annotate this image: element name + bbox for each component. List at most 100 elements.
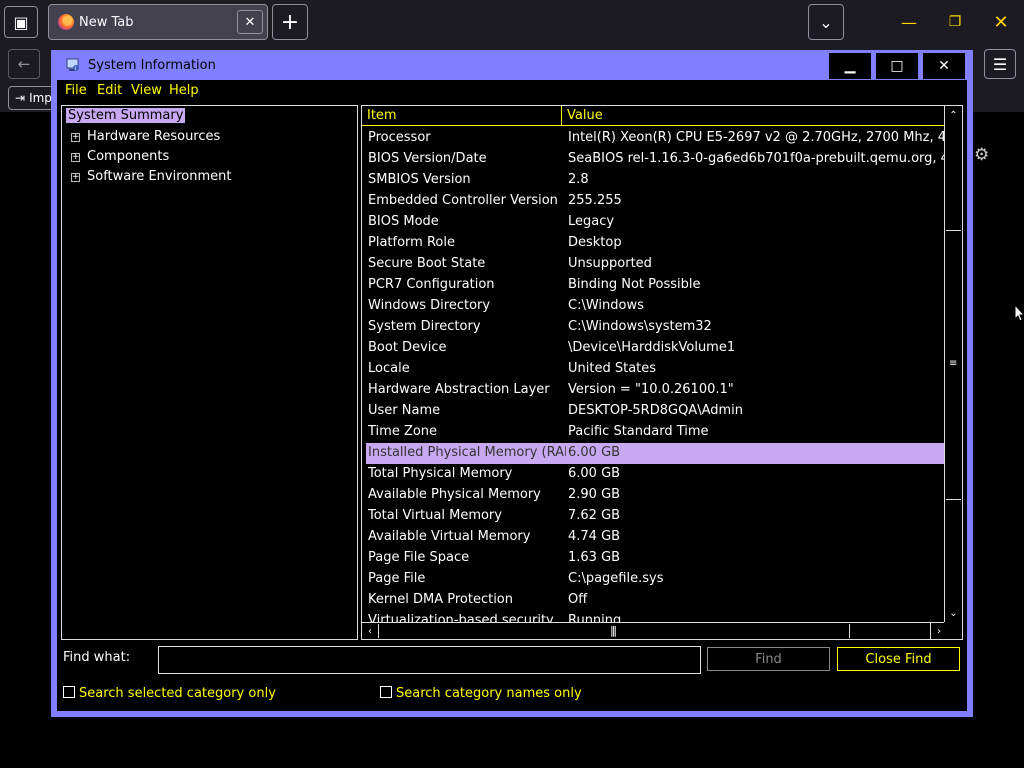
row-value: C:\Windows <box>568 298 644 313</box>
tree-item-software-environment[interactable]: Software Environment <box>87 169 231 184</box>
scroll-left-icon[interactable]: ‹ <box>362 623 378 639</box>
row-value: 6.00 GB <box>568 466 621 481</box>
row-value: C:\Windows\system32 <box>568 319 712 334</box>
scroll-right-icon[interactable]: › <box>931 623 947 639</box>
expand-icon[interactable]: + <box>71 133 80 142</box>
table-row[interactable]: Windows Directory C:\Windows <box>366 296 944 317</box>
tree-item-components[interactable]: Components <box>87 149 169 164</box>
scroll-down-icon[interactable]: ⌄ <box>945 605 962 621</box>
search-selected-category-checkbox[interactable]: Search selected category only <box>63 686 276 701</box>
browser-tab-strip: ▣ New Tab ✕ + ⌄ — ❐ ✕ <box>0 0 1024 44</box>
menu-edit[interactable]: Edit <box>97 83 122 98</box>
browser-minimize-button[interactable]: — <box>886 8 932 36</box>
row-item: Page File Space <box>368 550 470 565</box>
browser-close-button[interactable]: ✕ <box>978 8 1024 36</box>
table-row[interactable]: SMBIOS Version 2.8 <box>366 170 944 191</box>
menu-bar: File Edit View Help <box>57 80 967 102</box>
table-row[interactable]: Platform Role Desktop <box>366 233 944 254</box>
category-tree[interactable]: System Summary + Hardware Resources + Co… <box>61 105 358 640</box>
row-item: Locale <box>368 361 410 376</box>
row-value: Legacy <box>568 214 615 229</box>
list-all-tabs-button[interactable]: ⌄ <box>808 4 844 40</box>
table-row[interactable]: Installed Physical Memory (RAM) 6.00 GB <box>366 443 944 464</box>
table-row[interactable]: Total Physical Memory 6.00 GB <box>366 464 944 485</box>
maximize-button[interactable]: □ <box>875 52 919 80</box>
system-information-icon: i <box>66 58 79 72</box>
table-row[interactable]: Processor Intel(R) Xeon(R) CPU E5-2697 v2… <box>366 128 944 149</box>
checkbox-unchecked-icon[interactable] <box>63 686 75 698</box>
expand-icon[interactable]: + <box>71 173 80 182</box>
close-icon: ✕ <box>244 14 256 30</box>
row-value: Intel(R) Xeon(R) CPU E5-2697 v2 @ 2.70GH… <box>568 130 944 145</box>
table-row[interactable]: Boot Device \Device\HarddiskVolume1 <box>366 338 944 359</box>
table-row[interactable]: Locale United States <box>366 359 944 380</box>
table-row[interactable]: Available Physical Memory 2.90 GB <box>366 485 944 506</box>
row-item: Processor <box>368 130 431 145</box>
find-button[interactable]: Find <box>707 647 830 671</box>
tree-item-hardware-resources[interactable]: Hardware Resources <box>87 129 220 144</box>
window-client-area: File Edit View Help System Summary + Har… <box>57 80 967 711</box>
row-value: 6.00 GB <box>568 445 621 460</box>
table-row[interactable]: BIOS Mode Legacy <box>366 212 944 233</box>
row-item: System Directory <box>368 319 481 334</box>
arrow-left-icon: ← <box>17 55 31 73</box>
table-row[interactable]: Virtualization-based security Running <box>366 611 944 622</box>
table-row[interactable]: Kernel DMA Protection Off <box>366 590 944 611</box>
minimize-icon: ▁ <box>844 58 856 74</box>
table-row[interactable]: Secure Boot State Unsupported <box>366 254 944 275</box>
table-row[interactable]: Page File Space 1.63 GB <box>366 548 944 569</box>
row-value: C:\pagefile.sys <box>568 571 664 586</box>
close-find-button[interactable]: Close Find <box>837 647 960 671</box>
expand-icon[interactable]: + <box>71 153 80 162</box>
new-tab-button[interactable]: + <box>272 4 308 40</box>
window-titlebar[interactable]: i System Information ▁ □ ✕ <box>51 50 973 80</box>
import-icon: ⇥ <box>15 91 26 105</box>
table-row[interactable]: Available Virtual Memory 4.74 GB <box>366 527 944 548</box>
browser-maximize-button[interactable]: ❐ <box>932 8 978 36</box>
firefox-view-button[interactable]: ▣ <box>4 6 38 38</box>
close-button[interactable]: ✕ <box>922 52 966 80</box>
row-value: Desktop <box>568 235 622 250</box>
table-row[interactable]: Hardware Abstraction Layer Version = "10.… <box>366 380 944 401</box>
menu-view[interactable]: View <box>131 83 162 98</box>
table-row[interactable]: Embedded Controller Version 255.255 <box>366 191 944 212</box>
close-icon: ✕ <box>938 58 950 74</box>
table-row[interactable]: BIOS Version/Date SeaBIOS rel-1.16.3-0-ga… <box>366 149 944 170</box>
row-item: User Name <box>368 403 441 418</box>
scroll-up-icon[interactable]: ⌃ <box>945 107 962 123</box>
tab-close-button[interactable]: ✕ <box>237 10 263 34</box>
gear-icon[interactable]: ⚙ <box>974 145 989 165</box>
checkbox-unchecked-icon[interactable] <box>380 686 392 698</box>
browser-tab[interactable]: New Tab ✕ <box>48 4 268 40</box>
horizontal-scrollbar[interactable]: ‹ ||| › <box>362 622 944 639</box>
row-item: Virtualization-based security <box>368 613 554 622</box>
row-value: \Device\HarddiskVolume1 <box>568 340 736 355</box>
back-button[interactable]: ← <box>8 49 40 79</box>
table-row[interactable]: Page File C:\pagefile.sys <box>366 569 944 590</box>
import-label: Imp <box>29 91 52 105</box>
details-list[interactable]: Item Value Processor Intel(R) Xeon(R) CPU… <box>361 105 963 640</box>
table-row[interactable]: Total Virtual Memory 7.62 GB <box>366 506 944 527</box>
table-row[interactable]: Time Zone Pacific Standard Time <box>366 422 944 443</box>
row-value: Pacific Standard Time <box>568 424 709 439</box>
vertical-scrollbar[interactable]: ⌃ ≡ ⌄ <box>944 106 962 622</box>
table-row[interactable]: PCR7 Configuration Binding Not Possible <box>366 275 944 296</box>
app-menu-button[interactable]: ☰ <box>984 49 1016 79</box>
find-what-input[interactable] <box>158 646 701 674</box>
row-item: Secure Boot State <box>368 256 486 271</box>
maximize-icon: □ <box>890 58 904 74</box>
column-header-value[interactable]: Value <box>562 106 944 126</box>
table-row[interactable]: User Name DESKTOP-5RD8GQA\Admin <box>366 401 944 422</box>
row-item: BIOS Mode <box>368 214 439 229</box>
tree-item-system-summary[interactable]: System Summary <box>66 108 186 123</box>
column-header-item[interactable]: Item <box>362 106 562 126</box>
table-row[interactable]: System Directory C:\Windows\system32 <box>366 317 944 338</box>
row-value: 4.74 GB <box>568 529 621 544</box>
window-title: System Information <box>88 58 216 73</box>
grip-icon: ≡ <box>949 358 958 369</box>
search-category-names-checkbox[interactable]: Search category names only <box>380 686 582 701</box>
row-item: Platform Role <box>368 235 455 250</box>
menu-help[interactable]: Help <box>169 83 199 98</box>
menu-file[interactable]: File <box>65 83 87 98</box>
minimize-button[interactable]: ▁ <box>828 52 872 80</box>
